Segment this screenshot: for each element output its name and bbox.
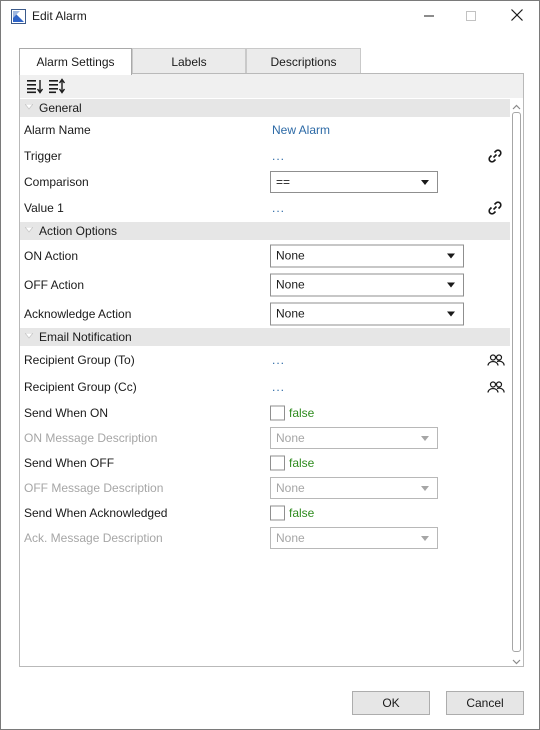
row-recipient-cc: Recipient Group (Cc) ... bbox=[20, 374, 510, 400]
send-off-label: Send When OFF bbox=[24, 456, 115, 470]
row-value1: Value 1 ... bbox=[20, 195, 510, 221]
collapse-triangle-icon[interactable] bbox=[25, 227, 33, 233]
send-off-value: false bbox=[289, 456, 315, 470]
row-recipient-to: Recipient Group (To) ... bbox=[20, 347, 510, 373]
scroll-up-icon[interactable] bbox=[512, 101, 521, 110]
row-send-ack: Send When Acknowledged false bbox=[20, 500, 510, 526]
send-on-value: false bbox=[289, 406, 315, 420]
app-icon bbox=[11, 9, 26, 24]
cancel-button[interactable]: Cancel bbox=[446, 691, 524, 715]
row-ack-action: Acknowledge Action None bbox=[20, 299, 510, 328]
category-action-options[interactable]: Action Options bbox=[20, 222, 510, 240]
chevron-down-icon bbox=[421, 180, 429, 185]
alarm-name-label: Alarm Name bbox=[24, 123, 91, 137]
comparison-value: == bbox=[276, 175, 291, 189]
maximize-button[interactable] bbox=[448, 1, 494, 32]
off-action-label: OFF Action bbox=[24, 277, 85, 292]
vertical-scrollbar[interactable] bbox=[510, 98, 523, 666]
recipient-cc-label: Recipient Group (Cc) bbox=[24, 380, 137, 394]
off-message-label: OFF Message Description bbox=[24, 481, 164, 495]
chevron-down-icon bbox=[421, 536, 429, 541]
ok-button[interactable]: OK bbox=[352, 691, 430, 715]
row-send-off: Send When OFF false bbox=[20, 450, 510, 476]
comparison-label: Comparison bbox=[24, 175, 89, 189]
category-label: General bbox=[39, 101, 82, 115]
chevron-down-icon bbox=[421, 436, 429, 441]
ack-action-value: None bbox=[276, 306, 305, 320]
property-grid-panel: General Alarm Name New Alarm Trigger ...… bbox=[19, 73, 524, 667]
alarm-name-value[interactable]: New Alarm bbox=[272, 123, 330, 137]
row-off-action: OFF Action None bbox=[20, 270, 510, 299]
row-send-on: Send When ON false bbox=[20, 400, 510, 426]
scrollbar-thumb[interactable] bbox=[512, 112, 521, 652]
maximize-icon bbox=[466, 10, 476, 24]
link-icon[interactable] bbox=[487, 200, 503, 216]
send-on-label: Send When ON bbox=[24, 406, 109, 420]
sort-categorized-icon[interactable] bbox=[26, 78, 44, 94]
row-alarm-name: Alarm Name New Alarm bbox=[20, 117, 510, 143]
sort-alphabetical-icon[interactable] bbox=[48, 78, 66, 94]
comparison-dropdown[interactable]: == bbox=[270, 171, 438, 193]
on-message-dropdown: None bbox=[270, 427, 438, 449]
tab-alarm-settings[interactable]: Alarm Settings bbox=[19, 48, 132, 75]
row-off-message: OFF Message Description None bbox=[20, 475, 510, 501]
row-comparison: Comparison == bbox=[20, 169, 510, 195]
on-action-label: ON Action bbox=[24, 248, 79, 263]
off-message-dropdown: None bbox=[270, 477, 438, 499]
send-ack-checkbox[interactable] bbox=[270, 505, 285, 521]
row-on-message: ON Message Description None bbox=[20, 425, 510, 451]
row-trigger: Trigger ... bbox=[20, 143, 510, 169]
chevron-down-icon bbox=[447, 311, 455, 316]
value1-value[interactable]: ... bbox=[272, 201, 285, 215]
off-message-value: None bbox=[276, 481, 305, 495]
row-on-action: ON Action None bbox=[20, 241, 510, 270]
scroll-down-icon[interactable] bbox=[512, 655, 521, 665]
user-group-icon[interactable] bbox=[487, 354, 505, 366]
send-ack-label: Send When Acknowledged bbox=[24, 506, 168, 520]
category-label: Action Options bbox=[39, 224, 118, 238]
off-action-value: None bbox=[276, 277, 305, 291]
edit-alarm-dialog: Edit Alarm Alarm Settings Labels Descrip… bbox=[0, 0, 540, 730]
off-action-dropdown[interactable]: None bbox=[270, 273, 464, 296]
recipient-to-value[interactable]: ... bbox=[272, 353, 285, 367]
close-icon bbox=[511, 9, 523, 24]
tab-descriptions[interactable]: Descriptions bbox=[246, 48, 361, 74]
chevron-down-icon bbox=[447, 282, 455, 287]
ack-message-dropdown: None bbox=[270, 527, 438, 549]
recipient-cc-value[interactable]: ... bbox=[272, 380, 285, 394]
close-button[interactable] bbox=[494, 1, 540, 32]
ack-message-label: Ack. Message Description bbox=[24, 531, 163, 545]
tab-labels[interactable]: Labels bbox=[132, 48, 246, 74]
property-grid-toolbar bbox=[20, 74, 523, 98]
collapse-triangle-icon[interactable] bbox=[25, 104, 33, 110]
title-bar: Edit Alarm bbox=[1, 1, 539, 32]
ack-message-value: None bbox=[276, 531, 305, 545]
row-ack-message: Ack. Message Description None bbox=[20, 525, 510, 551]
window-title: Edit Alarm bbox=[32, 9, 87, 23]
collapse-triangle-icon[interactable] bbox=[25, 333, 33, 339]
ack-action-dropdown[interactable]: None bbox=[270, 302, 464, 325]
link-icon[interactable] bbox=[487, 148, 503, 164]
minimize-icon bbox=[424, 10, 434, 24]
on-action-dropdown[interactable]: None bbox=[270, 244, 464, 267]
on-message-value: None bbox=[276, 431, 305, 445]
minimize-button[interactable] bbox=[406, 1, 452, 32]
category-label: Email Notification bbox=[39, 330, 132, 344]
value1-label: Value 1 bbox=[24, 201, 64, 215]
chevron-down-icon bbox=[447, 253, 455, 258]
trigger-value[interactable]: ... bbox=[272, 149, 285, 163]
ack-action-label: Acknowledge Action bbox=[24, 306, 132, 321]
chevron-down-icon bbox=[421, 486, 429, 491]
on-action-value: None bbox=[276, 248, 305, 262]
send-on-checkbox[interactable] bbox=[270, 405, 285, 421]
on-message-label: ON Message Description bbox=[24, 431, 158, 445]
trigger-label: Trigger bbox=[24, 149, 62, 163]
send-ack-value: false bbox=[289, 506, 315, 520]
user-group-icon[interactable] bbox=[487, 381, 505, 393]
category-email-notification[interactable]: Email Notification bbox=[20, 328, 510, 346]
send-off-checkbox[interactable] bbox=[270, 455, 285, 471]
category-general[interactable]: General bbox=[20, 99, 510, 117]
recipient-to-label: Recipient Group (To) bbox=[24, 353, 135, 367]
